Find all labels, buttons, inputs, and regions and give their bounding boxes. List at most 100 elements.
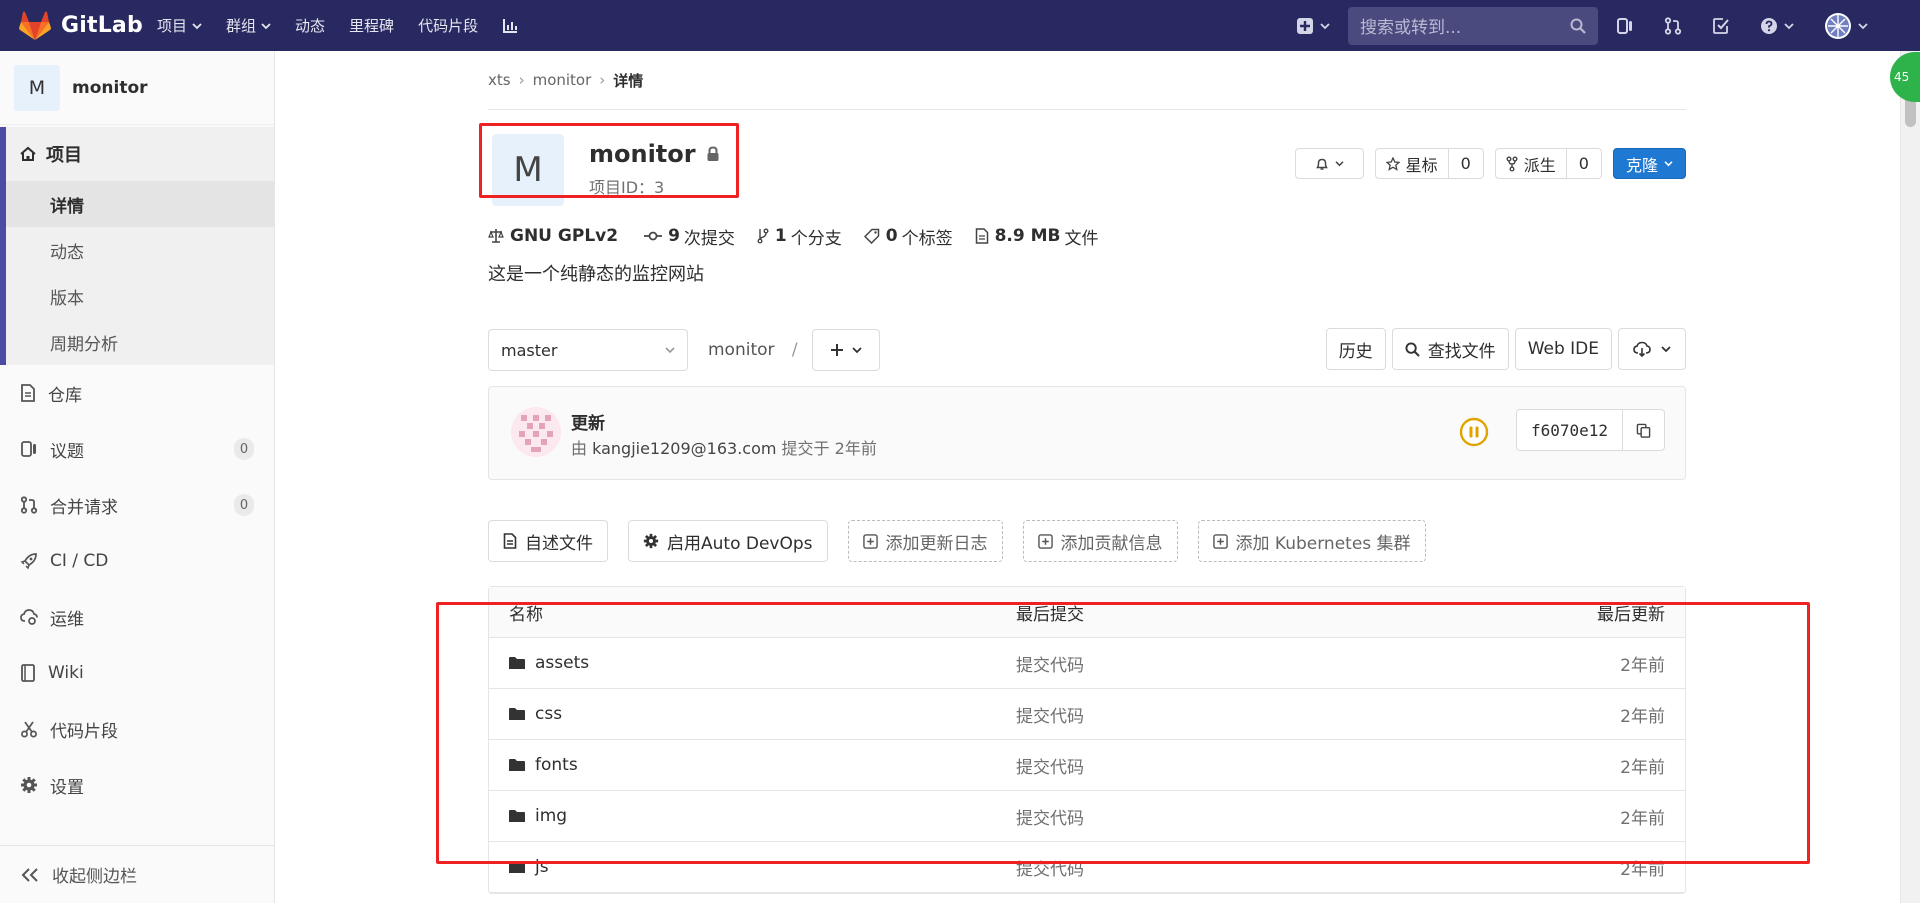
sidebar-group-project: 项目 详情 动态 版本 周期分析 — [0, 127, 274, 365]
breadcrumb-current[interactable]: 详情 — [613, 70, 643, 91]
commit-author-avatar[interactable] — [511, 407, 561, 457]
sidebar-item-settings[interactable]: 设置 — [0, 757, 274, 813]
clone-dropdown-button[interactable]: 克隆 — [1612, 148, 1686, 179]
merge-request-icon — [1664, 16, 1682, 35]
sidebar-subitem-details[interactable]: 详情 — [6, 181, 274, 227]
table-row[interactable]: assets 提交代码 2年前 — [489, 638, 1685, 689]
todos-shortcut[interactable] — [1712, 17, 1730, 35]
branches-link[interactable]: 1 个分支 — [757, 224, 842, 249]
last-update-time: 2年前 — [1620, 808, 1665, 829]
table-row[interactable]: js 提交代码 2年前 — [489, 842, 1685, 893]
kubernetes-label: 添加 Kubernetes 集群 — [1235, 533, 1411, 554]
find-file-button[interactable]: 查找文件 — [1391, 328, 1509, 370]
sidebar-item-operations[interactable]: 运维 — [0, 589, 274, 645]
add-to-tree-dropdown[interactable] — [811, 329, 880, 371]
fork-count[interactable]: 0 — [1566, 148, 1602, 179]
sidebar-subitem-cycle-analytics[interactable]: 周期分析 — [6, 319, 274, 365]
star-count[interactable]: 0 — [1448, 148, 1484, 179]
sidebar-item-merge-requests[interactable]: 合并请求 0 — [0, 477, 274, 533]
add-changelog-button[interactable]: 添加更新日志 — [847, 520, 1003, 562]
issues-shortcut[interactable] — [1616, 17, 1634, 35]
commits-link[interactable]: 9 次提交 — [644, 224, 735, 249]
nav-link-label: 群组 — [226, 17, 257, 35]
main-content: xts › monitor › 详情 M monitor 项目ID：3 星标 0 — [479, 51, 1686, 894]
table-header-row: 名称 最后提交 最后更新 — [489, 587, 1685, 638]
new-dropdown[interactable] — [1296, 17, 1330, 35]
table-row[interactable]: css 提交代码 2年前 — [489, 689, 1685, 740]
sidebar-item-wiki[interactable]: Wiki — [0, 645, 274, 701]
last-commit-message[interactable]: 提交代码 — [1016, 753, 1465, 778]
nav-snippets-link[interactable]: 代码片段 — [418, 0, 478, 51]
folder-name-link[interactable]: css — [535, 704, 562, 724]
sidebar-item-ci-cd[interactable]: CI / CD — [0, 533, 274, 589]
web-ide-button[interactable]: Web IDE — [1514, 328, 1612, 370]
gitlab-home-link[interactable]: GitLab — [19, 11, 157, 41]
nav-milestones-link[interactable]: 里程碑 — [349, 0, 394, 51]
copy-sha-button[interactable] — [1623, 409, 1665, 451]
repo-path-root[interactable]: monitor — [708, 340, 775, 360]
breadcrumb-link-project[interactable]: monitor — [533, 71, 592, 89]
help-dropdown[interactable] — [1760, 17, 1794, 35]
notifications-dropdown[interactable] — [1294, 148, 1364, 179]
license-link[interactable]: GNU GPLv2 — [488, 226, 622, 246]
sidebar-item-project[interactable]: 项目 — [6, 127, 274, 181]
repo-size: 8.9 MB — [994, 226, 1061, 246]
folder-name-link[interactable]: js — [535, 857, 549, 877]
last-commit-message[interactable]: 提交代码 — [1016, 804, 1465, 829]
fork-button[interactable]: 派生 — [1494, 148, 1567, 179]
chevron-down-icon — [192, 22, 202, 30]
file-icon — [975, 228, 989, 244]
double-chevron-left-icon — [20, 867, 40, 883]
commit-title-link[interactable]: 更新 — [571, 409, 605, 434]
readme-button[interactable]: 自述文件 — [488, 520, 608, 562]
star-button[interactable]: 星标 — [1374, 148, 1449, 179]
nav-analytics-link[interactable] — [502, 0, 518, 51]
folder-icon — [509, 656, 525, 670]
folder-name-link[interactable]: assets — [535, 653, 589, 673]
document-icon — [20, 384, 36, 402]
commit-author-link[interactable]: kangjie1209@163.com — [592, 439, 776, 458]
nav-link-label: 代码片段 — [418, 17, 479, 35]
branch-select[interactable]: master — [488, 329, 688, 371]
merge-requests-shortcut[interactable] — [1664, 16, 1682, 35]
search-input[interactable]: 搜索或转到... — [1348, 6, 1598, 45]
last-commit-message[interactable]: 提交代码 — [1016, 651, 1465, 676]
nav-groups-dropdown[interactable]: 群组 — [226, 0, 271, 51]
nav-activity-link[interactable]: 动态 — [295, 0, 325, 51]
sidebar-item-repository[interactable]: 仓库 — [0, 365, 274, 421]
sidebar-item-issues[interactable]: 议题 0 — [0, 421, 274, 477]
nav-projects-dropdown[interactable]: 项目 — [157, 0, 202, 51]
tags-link[interactable]: 0 个标签 — [863, 224, 953, 249]
folder-name-link[interactable]: fonts — [535, 755, 578, 775]
breadcrumb-link-group[interactable]: xts — [488, 71, 511, 89]
commit-sha-link[interactable]: f6070e12 — [1515, 409, 1623, 451]
changelog-label: 添加更新日志 — [885, 533, 988, 554]
sidebar-subitem-releases[interactable]: 版本 — [6, 273, 274, 319]
enable-auto-devops-button[interactable]: 启用Auto DevOps — [628, 520, 828, 562]
table-row[interactable]: fonts 提交代码 2年前 — [489, 740, 1685, 791]
collapse-sidebar-button[interactable]: 收起侧边栏 — [0, 845, 275, 903]
sidebar-item-snippets[interactable]: 代码片段 — [0, 701, 274, 757]
pipeline-status-icon[interactable] — [1459, 417, 1489, 447]
page-scrollbar[interactable] — [1900, 51, 1920, 903]
user-menu-dropdown[interactable] — [1824, 12, 1868, 40]
project-description: 这是一个纯静态的监控网站 — [488, 264, 704, 285]
files-size[interactable]: 8.9 MB 文件 — [975, 224, 1099, 249]
folder-icon — [509, 758, 525, 772]
last-commit-message[interactable]: 提交代码 — [1016, 855, 1465, 880]
floating-widget-badge[interactable]: 45 — [1890, 52, 1920, 102]
download-dropdown[interactable] — [1618, 328, 1686, 370]
search-icon — [1570, 18, 1586, 34]
folder-name-link[interactable]: img — [535, 806, 567, 826]
sidebar-project-header[interactable]: M monitor — [0, 51, 274, 125]
add-contributing-button[interactable]: 添加贡献信息 — [1022, 520, 1178, 562]
last-commit-message[interactable]: 提交代码 — [1016, 702, 1465, 727]
fork-label: 派生 — [1523, 155, 1556, 175]
table-row[interactable]: img 提交代码 2年前 — [489, 791, 1685, 842]
sidebar-item-label: Wiki — [48, 663, 84, 683]
sidebar-subitem-activity[interactable]: 动态 — [6, 227, 274, 273]
history-button[interactable]: 历史 — [1325, 328, 1386, 370]
chevron-down-icon — [1858, 22, 1868, 30]
add-kubernetes-cluster-button[interactable]: 添加 Kubernetes 集群 — [1197, 520, 1426, 562]
cloud-download-icon — [1633, 341, 1651, 357]
